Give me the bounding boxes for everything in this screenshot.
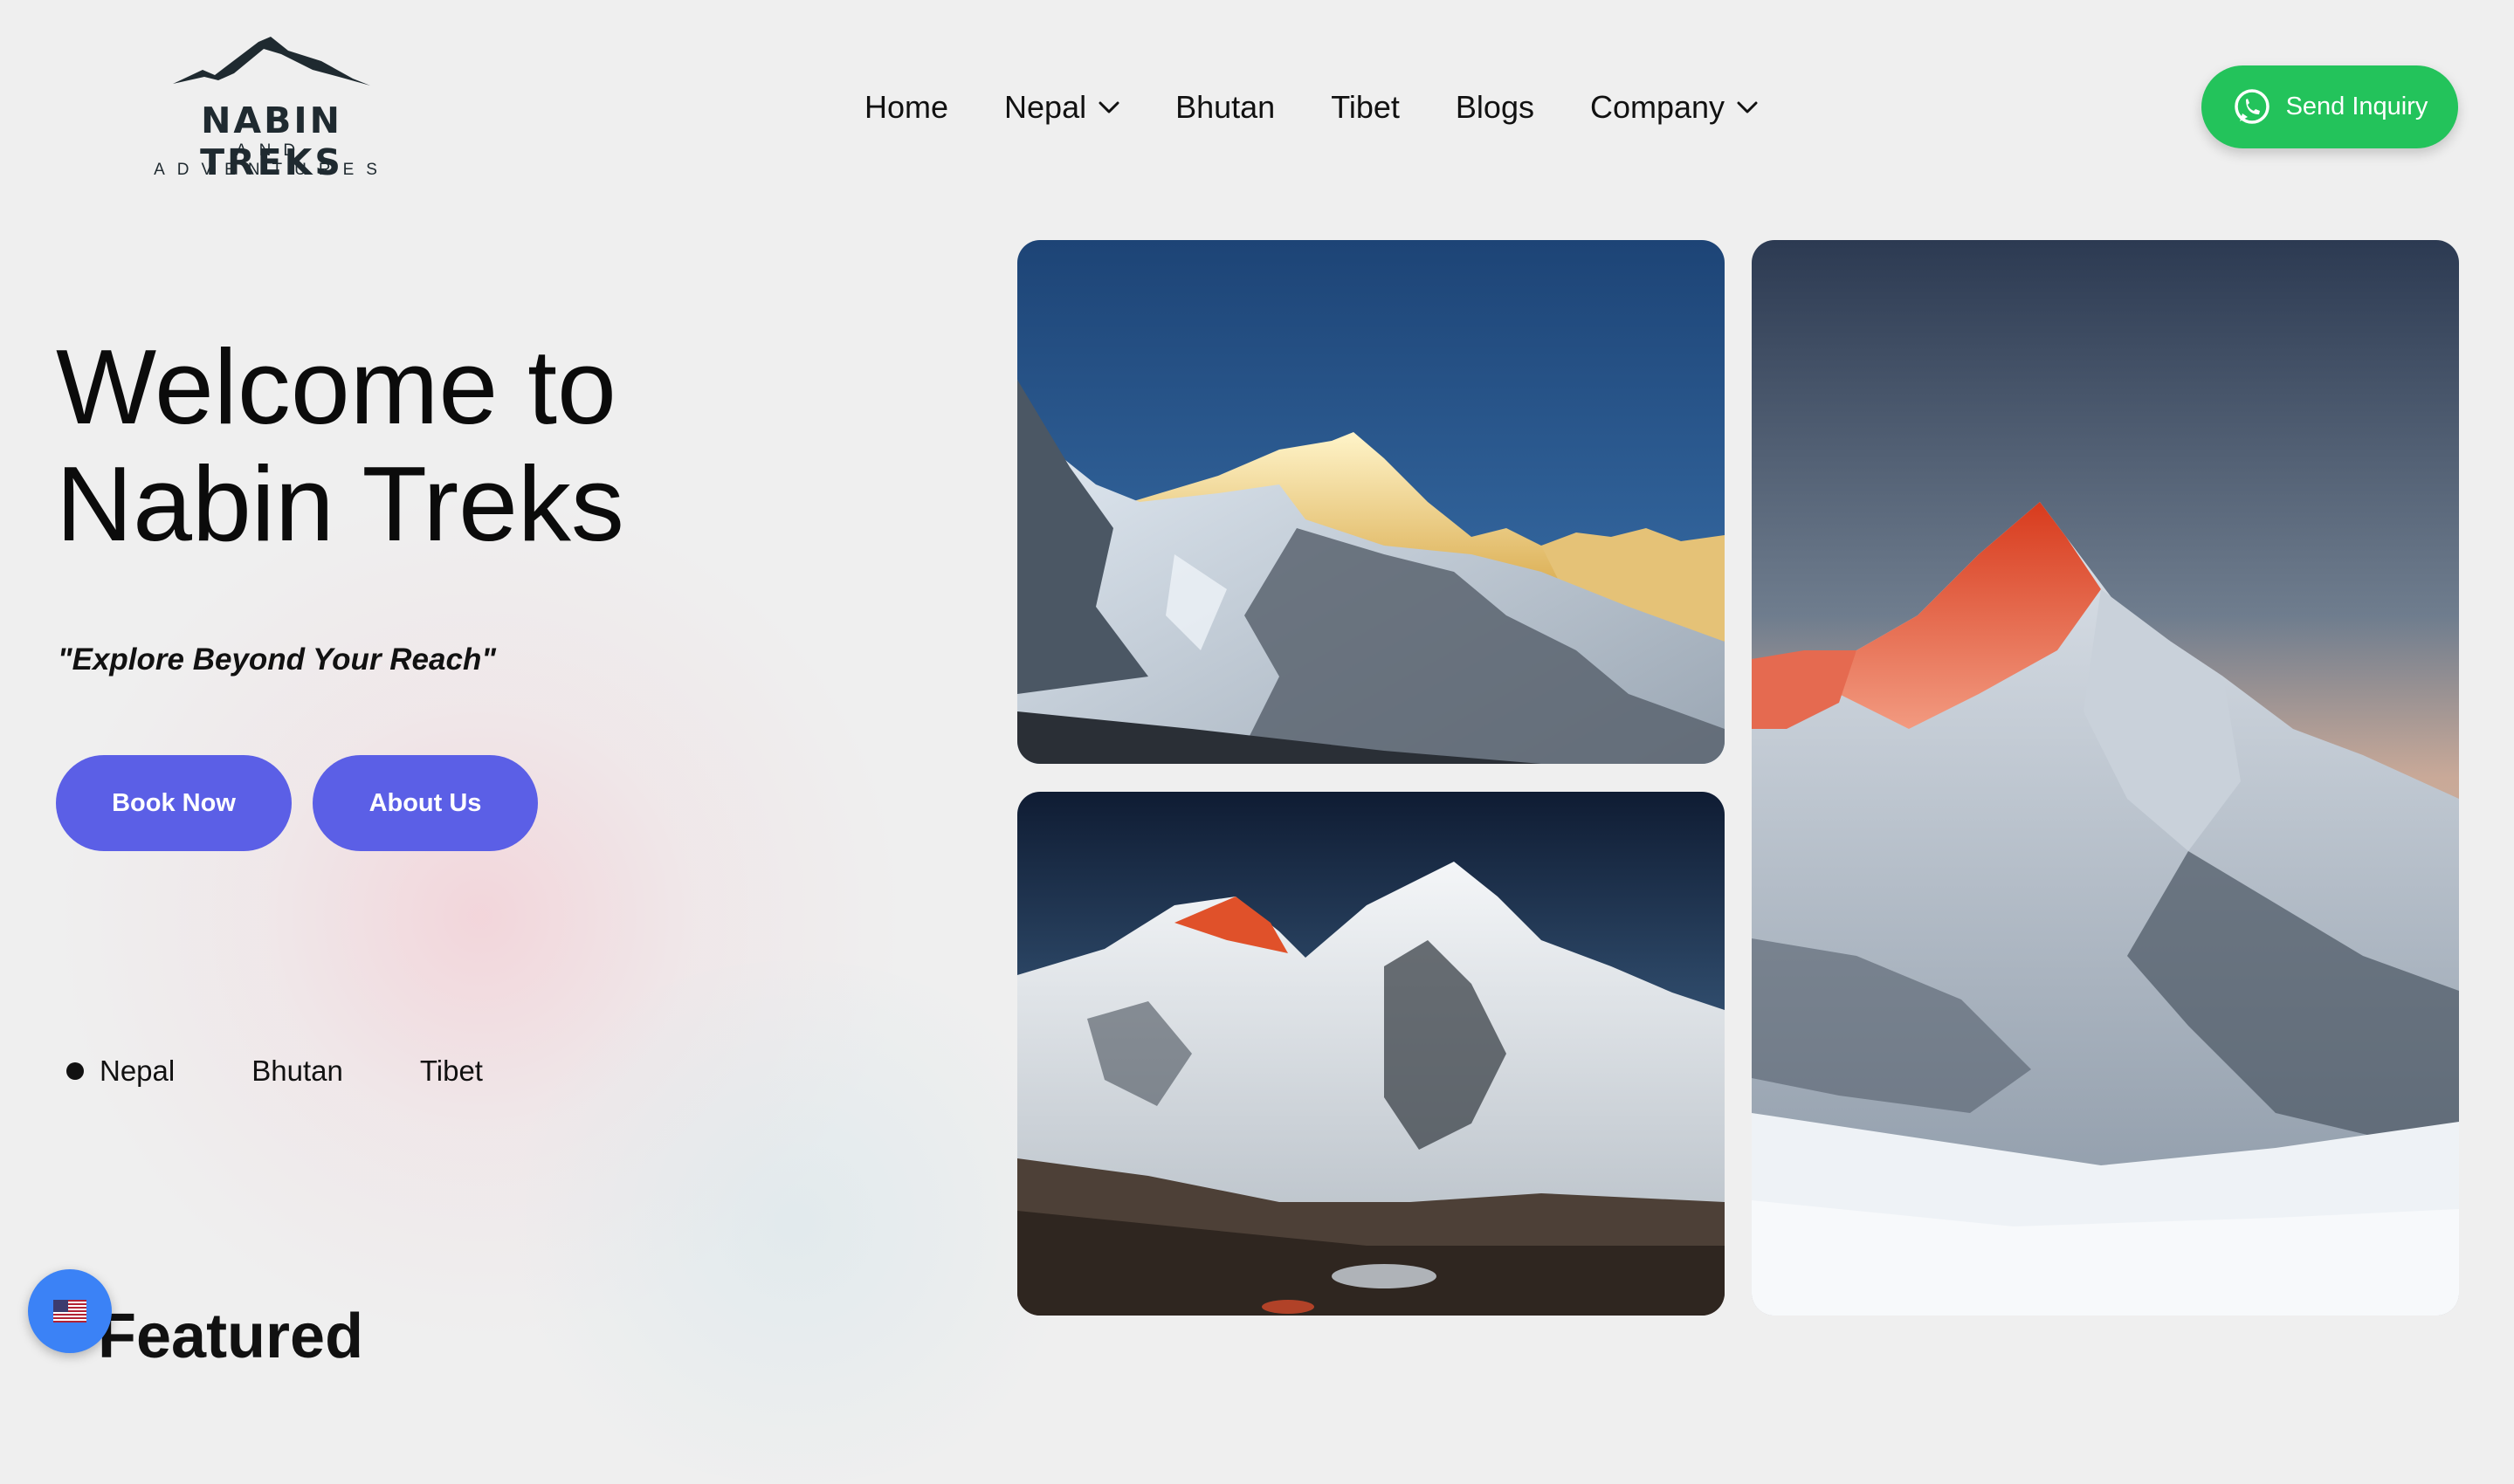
nav-tibet[interactable]: Tibet bbox=[1331, 89, 1400, 126]
nav-company-label: Company bbox=[1589, 89, 1725, 125]
nav-home-label: Home bbox=[864, 89, 949, 125]
book-now-button[interactable]: Book Now bbox=[56, 755, 292, 851]
hero-slogan: "Explore Beyond Your Reach" bbox=[58, 642, 496, 677]
chevron-down-icon bbox=[1099, 101, 1119, 113]
nav-bhutan[interactable]: Bhutan bbox=[1175, 89, 1275, 126]
destination-tab-nepal[interactable]: Nepal bbox=[66, 1055, 175, 1088]
destination-tab-tibet[interactable]: Tibet bbox=[420, 1055, 483, 1088]
featured-heading: Featured bbox=[98, 1302, 364, 1371]
whatsapp-icon bbox=[2234, 88, 2269, 124]
red-summit-photo bbox=[1752, 240, 2459, 1316]
destination-tabs: Nepal Bhutan Tibet bbox=[66, 1055, 483, 1088]
nav-bhutan-label: Bhutan bbox=[1175, 89, 1276, 125]
chevron-down-icon bbox=[1737, 101, 1758, 113]
destination-tab-label: Tibet bbox=[419, 1055, 483, 1087]
hero-title-line-1: Welcome to bbox=[56, 327, 616, 446]
hero-title: Welcome to Nabin Treks bbox=[56, 328, 842, 562]
main-nav: Home Nepal Bhutan Tibet Blogs Company bbox=[864, 84, 1758, 131]
destination-tab-bhutan[interactable]: Bhutan bbox=[251, 1055, 343, 1088]
language-selector[interactable] bbox=[28, 1269, 112, 1353]
send-inquiry-label: Send Inquiry bbox=[2285, 93, 2428, 120]
active-indicator-dot bbox=[66, 1062, 84, 1080]
site-logo[interactable]: NABIN TREKS AND ADVENTURES bbox=[127, 33, 416, 183]
destination-tab-label: Nepal bbox=[100, 1055, 176, 1087]
nav-blogs-label: Blogs bbox=[1455, 89, 1534, 125]
nav-company[interactable]: Company bbox=[1590, 89, 1758, 126]
logo-tagline: AND ADVENTURES bbox=[154, 141, 389, 179]
nav-blogs[interactable]: Blogs bbox=[1456, 89, 1534, 126]
everest-range-photo bbox=[1017, 792, 1725, 1316]
nav-nepal[interactable]: Nepal bbox=[1004, 89, 1119, 126]
destination-tab-label: Bhutan bbox=[251, 1055, 343, 1087]
background-glow bbox=[52, 489, 908, 1344]
sunlit-peak-photo bbox=[1017, 240, 1725, 764]
us-flag-icon bbox=[53, 1300, 86, 1323]
about-us-button[interactable]: About Us bbox=[313, 755, 538, 851]
nav-home[interactable]: Home bbox=[864, 89, 948, 126]
background-glow-secondary bbox=[489, 960, 1100, 1484]
mountain-logo-icon bbox=[173, 37, 370, 86]
send-inquiry-button[interactable]: Send Inquiry bbox=[2201, 65, 2458, 148]
nav-nepal-label: Nepal bbox=[1004, 89, 1087, 125]
nav-tibet-label: Tibet bbox=[1331, 89, 1400, 125]
hero-title-line-2: Nabin Treks bbox=[56, 444, 624, 563]
